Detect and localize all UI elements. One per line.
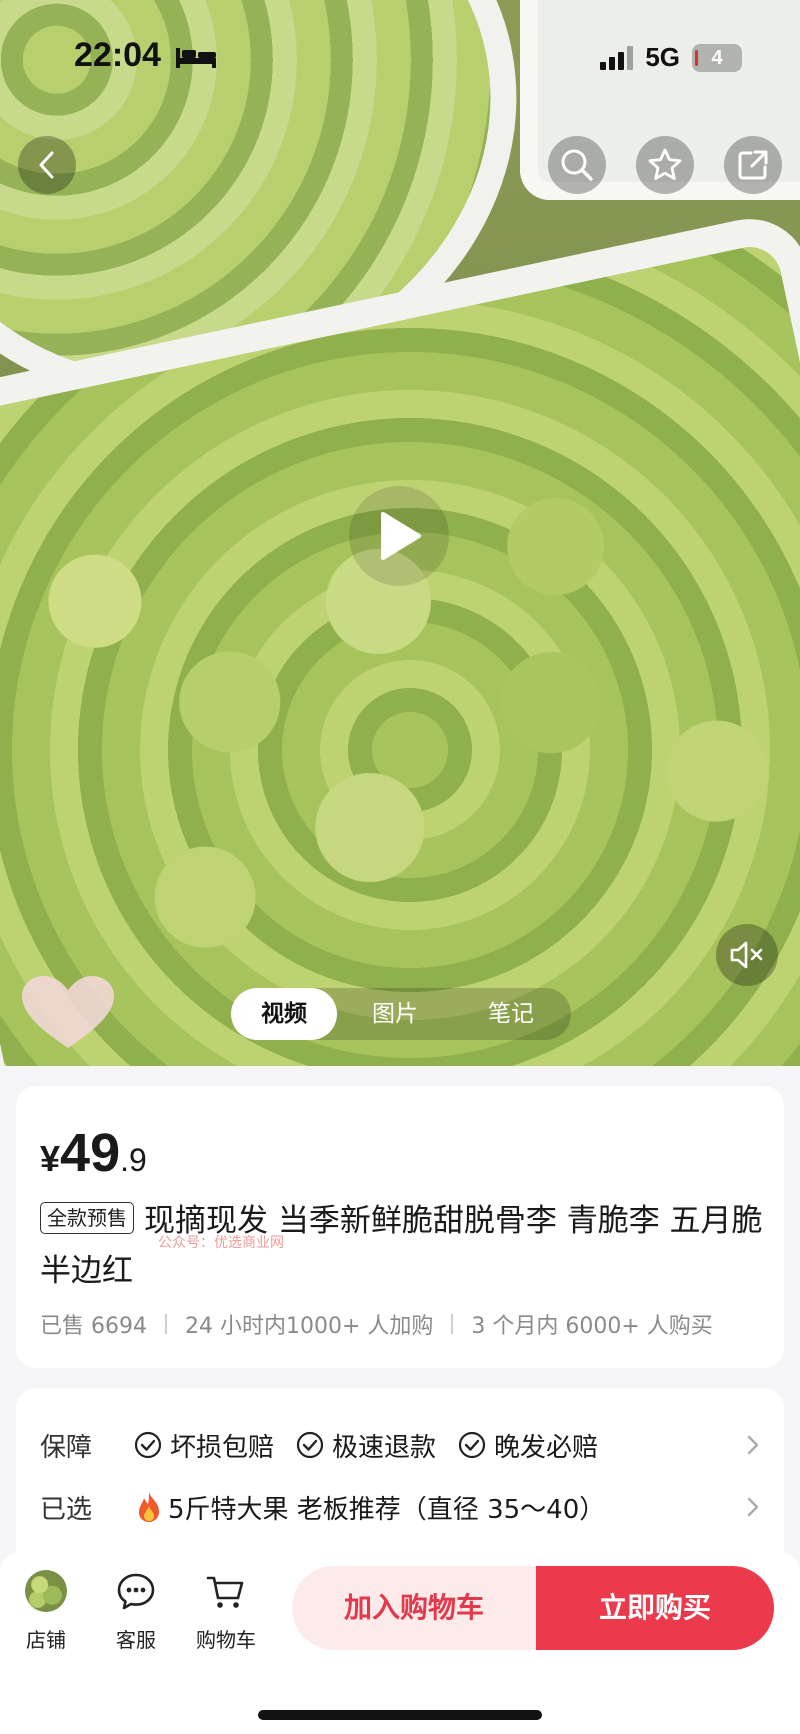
guarantee-label: 保障: [40, 1432, 93, 1463]
check-circle-icon: [296, 1431, 324, 1459]
buy-now-button[interactable]: 立即购买: [536, 1566, 774, 1650]
customer-service-button[interactable]: 客服: [96, 1570, 176, 1653]
tab-images[interactable]: 图片: [337, 988, 453, 1040]
cart-icon: [206, 1576, 244, 1608]
search-icon: [561, 149, 593, 181]
cart-label: 购物车: [196, 1628, 256, 1652]
status-time: 22:04: [74, 36, 161, 74]
sleep-mode-icon: [176, 48, 216, 68]
selected-label: 已选: [40, 1494, 93, 1525]
guarantee-item: 极速退款: [296, 1427, 436, 1464]
guarantee-item: 晚发必赔: [458, 1427, 598, 1464]
divider: [451, 1314, 454, 1334]
sold-count: 已售 6694: [40, 1314, 147, 1339]
fire-icon: [139, 1492, 159, 1522]
purchases-3m: 3 个月内 6000+ 人购买: [471, 1314, 713, 1339]
shop-avatar: [25, 1570, 67, 1612]
chevron-right-icon: [747, 1435, 759, 1455]
mute-button[interactable]: [716, 924, 778, 986]
sales-stats: 已售 6694 24 小时内1000+ 人加购 3 个月内 6000+ 人购买: [40, 1308, 713, 1340]
favorite-button[interactable]: [636, 136, 694, 194]
product-title: 现摘现发 当季新鲜脆甜脱骨李 青脆李 五月脆 半边红: [40, 1203, 763, 1289]
guarantee-row[interactable]: 保障 坏损包赔 极速退款 晚发必赔: [40, 1420, 760, 1470]
battery-indicator: 4: [692, 43, 742, 72]
product-title-block: 全款预售 现摘现发 当季新鲜脆甜脱骨李 青脆李 五月脆 半边红: [40, 1196, 770, 1296]
chat-icon: [117, 1573, 155, 1610]
search-button[interactable]: [548, 136, 606, 194]
price-decimal: .9: [120, 1142, 147, 1178]
home-indicator[interactable]: [258, 1710, 542, 1720]
guarantee-item-label: 极速退款: [332, 1432, 437, 1463]
check-circle-icon: [134, 1431, 162, 1459]
cart-adds-24h: 24 小时内1000+ 人加购: [184, 1314, 434, 1339]
back-icon: [39, 151, 54, 179]
tab-notes[interactable]: 笔记: [453, 988, 569, 1040]
share-icon: [738, 150, 768, 180]
guarantee-item-label: 晚发必赔: [494, 1432, 599, 1463]
back-button[interactable]: [18, 136, 76, 194]
shop-button[interactable]: 店铺: [6, 1570, 86, 1653]
selected-spec-row[interactable]: 已选 5斤特大果 老板推荐（直径 35～40）: [40, 1482, 760, 1532]
play-icon: [381, 512, 421, 560]
play-button[interactable]: [349, 486, 449, 586]
shop-label: 店铺: [26, 1628, 66, 1652]
product-info-card: ¥ 49 .9 全款预售 现摘现发 当季新鲜脆甜脱骨李 青脆李 五月脆 半边红 公…: [16, 1086, 784, 1368]
mute-icon: [730, 941, 763, 969]
selected-spec-value: 5斤特大果 老板推荐（直径 35～40）: [168, 1494, 606, 1525]
service-info-card: 保障 坏损包赔 极速退款 晚发必赔 已选 5斤特大果 老板推荐（直径 35～40…: [16, 1388, 784, 1568]
check-circle-icon: [458, 1431, 486, 1459]
tab-video[interactable]: 视频: [231, 988, 337, 1040]
watermark-text: 公众号：优选商业网: [158, 1235, 284, 1251]
currency-symbol: ¥: [40, 1138, 61, 1179]
heart-sticker-icon: [22, 976, 114, 1048]
add-to-cart-button[interactable]: 加入购物车: [292, 1566, 536, 1650]
price: ¥ 49 .9: [40, 1122, 147, 1184]
chevron-right-icon: [747, 1497, 759, 1517]
service-label: 客服: [116, 1628, 156, 1652]
price-integer: 49: [60, 1123, 121, 1183]
guarantee-item-label: 坏损包赔: [170, 1432, 275, 1463]
share-button[interactable]: [724, 136, 782, 194]
status-right: 5G 4: [600, 42, 742, 73]
divider: [164, 1314, 167, 1334]
guarantee-item: 坏损包赔: [134, 1427, 274, 1464]
cart-button[interactable]: 购物车: [186, 1570, 266, 1653]
bottom-action-bar: 店铺 客服 购物车 加入购物车 立即购买: [0, 1552, 800, 1734]
star-icon: [648, 148, 682, 180]
presale-badge: 全款预售: [40, 1202, 134, 1234]
product-media[interactable]: 22:04 5G 4 视频 图片 笔记: [0, 0, 800, 1066]
signal-icon: [600, 45, 634, 70]
network-label: 5G: [645, 42, 680, 72]
media-tab-bar: 视频 图片 笔记: [231, 988, 571, 1040]
